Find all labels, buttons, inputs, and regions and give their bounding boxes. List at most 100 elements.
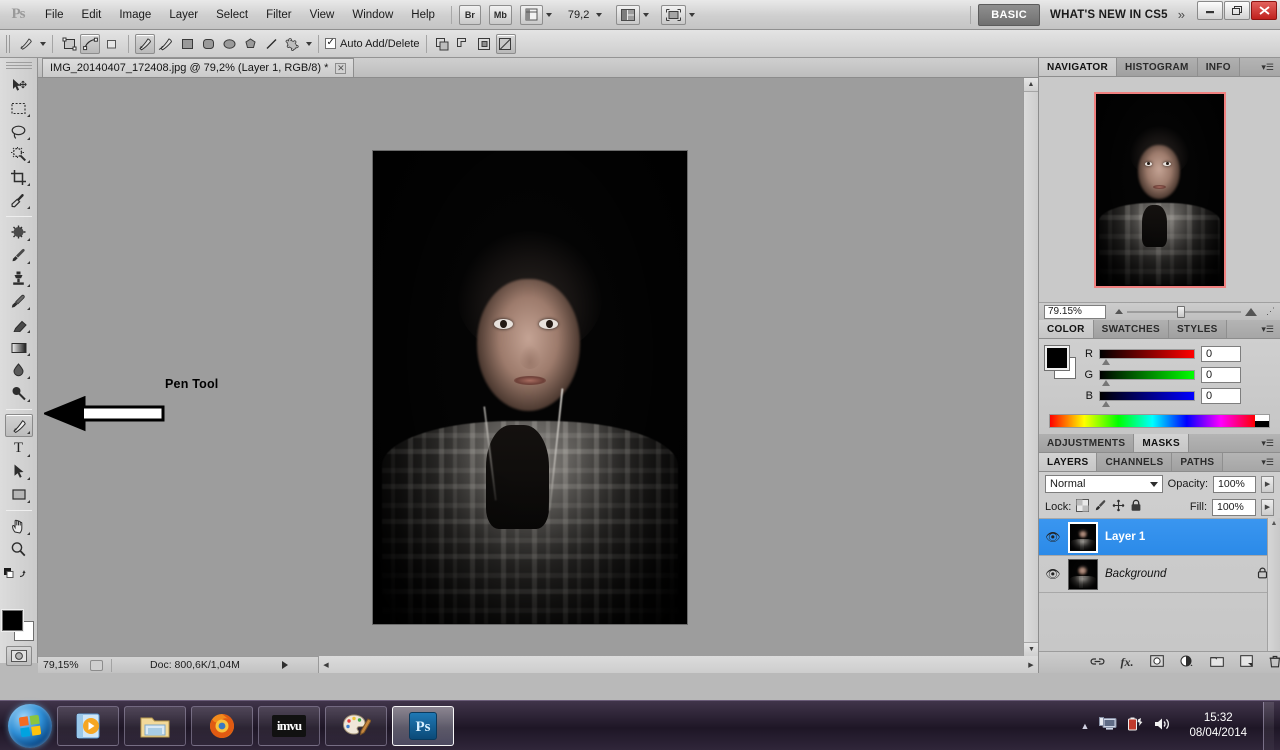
layer-row-layer-1[interactable]: 👁 Layer 1 — [1039, 519, 1280, 556]
scroll-left-arrow-icon[interactable]: ◀ — [319, 657, 333, 672]
menu-layer[interactable]: Layer — [160, 4, 207, 26]
foreground-background-color-control[interactable] — [1, 610, 36, 642]
paths-button[interactable] — [80, 33, 100, 54]
layer-name[interactable]: Background — [1105, 568, 1166, 580]
eye-icon[interactable]: 👁 — [1045, 567, 1061, 581]
options-bar-grip[interactable] — [6, 34, 11, 53]
menu-window[interactable]: Window — [343, 4, 402, 26]
channel-g-slider[interactable] — [1099, 370, 1195, 386]
tool-eyedropper[interactable] — [5, 189, 33, 212]
minimize-button[interactable] — [1197, 1, 1223, 20]
channel-r-knob[interactable] — [1102, 359, 1110, 365]
layer-thumbnail[interactable] — [1068, 558, 1098, 590]
channel-b-knob[interactable] — [1102, 401, 1110, 407]
status-menu-triangle-icon[interactable] — [282, 661, 288, 669]
windows-start-orb[interactable] — [8, 703, 52, 748]
fill-pixels-button[interactable] — [101, 34, 121, 54]
exclude-overlapping-path-areas-button[interactable] — [495, 33, 516, 54]
line-tool-button[interactable] — [261, 34, 281, 54]
new-layer-icon[interactable] — [1239, 655, 1253, 670]
new-group-icon[interactable] — [1209, 656, 1224, 670]
spectrum-black-white-strip[interactable] — [1255, 415, 1269, 427]
tool-rectangular-marquee[interactable] — [5, 97, 33, 120]
scroll-up-arrow-icon[interactable]: ▲ — [1268, 518, 1280, 527]
layer-name[interactable]: Layer 1 — [1105, 531, 1145, 543]
tab-masks[interactable]: MASKS — [1134, 434, 1189, 452]
canvas-image[interactable] — [372, 150, 688, 625]
workspace-more-chevron-icon[interactable]: » — [1178, 7, 1185, 22]
tool-zoom[interactable] — [5, 538, 33, 561]
layer-thumbnail[interactable] — [1068, 521, 1098, 553]
quick-mask-mode-icon[interactable] — [5, 646, 32, 666]
channel-g-value[interactable]: 0 — [1201, 367, 1241, 383]
add-layer-mask-icon[interactable] — [1149, 655, 1164, 670]
taskbar-clock[interactable]: 15:32 08/04/2014 — [1183, 711, 1253, 741]
lock-transparent-pixels-icon[interactable] — [1076, 499, 1090, 515]
layer-style-icon[interactable]: fx. — [1121, 655, 1134, 670]
channel-r-value[interactable]: 0 — [1201, 346, 1241, 362]
channel-r-slider[interactable] — [1099, 349, 1195, 365]
tool-pen[interactable] — [4, 414, 33, 437]
ellipse-tool-button[interactable] — [219, 34, 239, 54]
launch-bridge-button[interactable]: Br — [458, 4, 481, 25]
adjustments-panel-menu-icon[interactable]: ▾☰ — [1255, 434, 1280, 452]
channel-g-knob[interactable] — [1102, 380, 1110, 386]
polygon-tool-button[interactable] — [240, 34, 260, 54]
show-desktop-button[interactable] — [1263, 701, 1274, 750]
tool-horizontal-type[interactable]: T — [5, 437, 33, 460]
tool-lasso[interactable] — [5, 120, 33, 143]
freeform-pen-tool-button[interactable] — [156, 34, 176, 54]
tool-quick-selection[interactable] — [5, 143, 33, 166]
subtract-from-path-area-button[interactable] — [454, 34, 474, 54]
lock-image-pixels-icon[interactable] — [1094, 499, 1107, 515]
tool-gradient[interactable] — [5, 336, 33, 359]
tool-path-selection[interactable] — [5, 460, 33, 483]
delete-layer-icon[interactable] — [1269, 655, 1280, 671]
tab-channels[interactable]: CHANNELS — [1097, 453, 1173, 471]
workspace-basic-button[interactable]: BASIC — [978, 3, 1041, 26]
channel-b-value[interactable]: 0 — [1201, 388, 1241, 404]
menu-help[interactable]: Help — [402, 4, 444, 26]
navigator-preview[interactable] — [1039, 77, 1280, 302]
tab-histogram[interactable]: HISTOGRAM — [1117, 58, 1198, 76]
tool-crop[interactable] — [5, 166, 33, 189]
navigator-zoom-field[interactable]: 79.15% — [1044, 304, 1106, 319]
tool-hand[interactable] — [5, 515, 33, 538]
navigator-slider-track[interactable] — [1127, 305, 1241, 318]
screen-mode-dropdown[interactable] — [661, 4, 696, 25]
color-spectrum-ramp[interactable] — [1049, 414, 1270, 428]
navigator-resize-grip[interactable]: ⋰ — [1266, 306, 1275, 317]
tool-brush[interactable] — [5, 244, 33, 267]
color-panel-menu-icon[interactable]: ▾☰ — [1255, 320, 1280, 338]
photoshop-taskbar-icon[interactable]: Ps — [392, 705, 454, 746]
tab-adjustments[interactable]: ADJUSTMENTS — [1039, 434, 1135, 452]
navigator-slider-knob[interactable] — [1177, 305, 1186, 318]
paint-taskbar-icon[interactable] — [325, 705, 387, 746]
zoom-in-triangle-icon[interactable] — [1245, 307, 1257, 316]
auto-add-delete-checkbox[interactable]: Auto Add/Delete — [325, 37, 420, 50]
spectrum-hue-strip[interactable] — [1050, 415, 1255, 427]
menu-edit[interactable]: Edit — [73, 4, 111, 26]
tool-preset-chevron-down-icon[interactable] — [40, 41, 46, 46]
opacity-slider-arrow-icon[interactable]: ▶ — [1261, 475, 1274, 493]
view-extras-dropdown[interactable] — [519, 4, 552, 25]
layers-list-scrollbar[interactable]: ▲ ▼ — [1267, 518, 1280, 666]
intersect-path-areas-button[interactable] — [475, 34, 495, 54]
tool-eraser[interactable] — [5, 313, 33, 336]
firefox-taskbar-icon[interactable] — [191, 705, 253, 746]
menu-view[interactable]: View — [301, 4, 344, 26]
tool-clone-stamp[interactable] — [5, 267, 33, 290]
custom-shape-chevron-down-icon[interactable] — [306, 41, 312, 46]
tab-paths[interactable]: PATHS — [1172, 453, 1224, 471]
color-panel-foreground-swatch[interactable] — [1044, 345, 1070, 371]
scroll-right-arrow-icon[interactable]: ▶ — [1024, 657, 1038, 672]
zoom-chevron-down-icon[interactable] — [596, 12, 603, 17]
layers-panel-menu-icon[interactable]: ▾☰ — [1255, 453, 1280, 471]
tab-swatches[interactable]: SWATCHES — [1093, 320, 1169, 338]
whats-new-button[interactable]: WHAT'S NEW IN CS5 — [1050, 9, 1168, 21]
layer-row-background[interactable]: 👁 Background — [1039, 556, 1280, 593]
channel-b-slider[interactable] — [1099, 391, 1195, 407]
imvu-taskbar-icon[interactable]: imvu — [258, 705, 320, 746]
document-tab[interactable]: IMG_20140407_172408.jpg @ 79,2% (Layer 1… — [42, 58, 355, 77]
link-layers-icon[interactable] — [1090, 656, 1105, 670]
